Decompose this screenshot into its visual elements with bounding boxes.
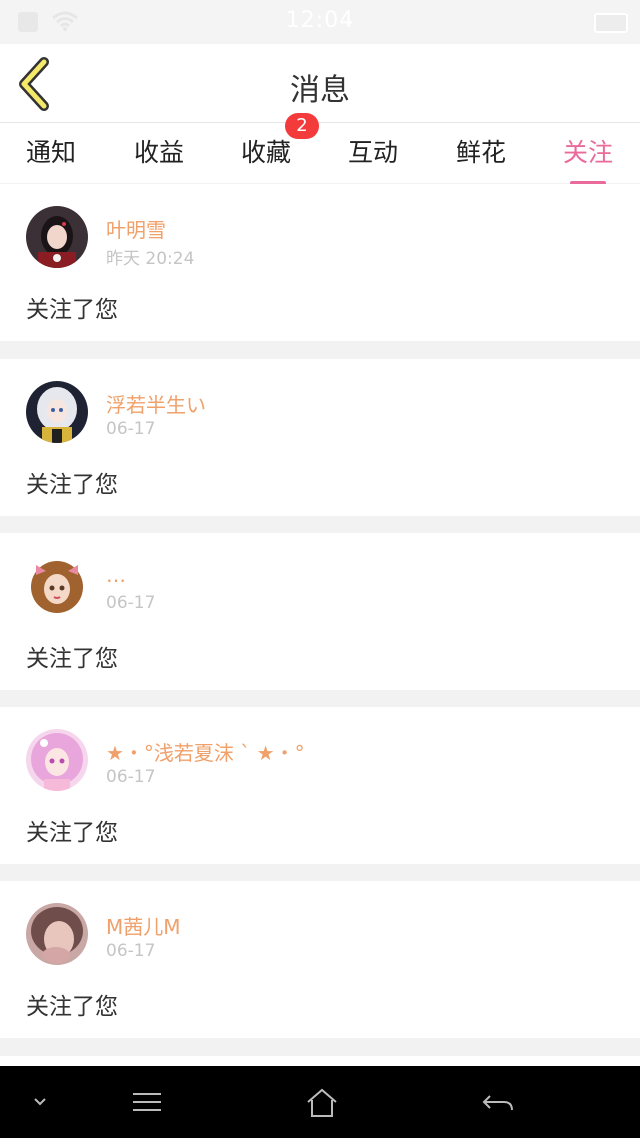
menu-icon[interactable] [127,1086,167,1120]
status-time: 12:04 [285,8,355,33]
unread-badge: 2 [285,113,319,139]
user-name[interactable]: … [106,563,126,587]
list-item[interactable]: 浮若半生い 06-17 关注了您 [0,359,640,516]
avatar[interactable] [26,206,88,268]
timestamp: 06-17 [106,767,156,787]
user-name[interactable]: 叶明雪 [106,214,166,243]
list-item[interactable]: … 06-17 关注了您 [0,533,640,690]
message-text: 关注了您 [26,472,118,498]
battery-icon [594,13,628,33]
message-text: 关注了您 [26,646,118,672]
home-icon[interactable] [302,1086,342,1120]
list-item[interactable]: ★・°浅若夏沫 ˋ ★・° 06-17 关注了您 [0,707,640,864]
user-name[interactable]: ★・°浅若夏沫 ˋ ★・° [106,737,305,766]
tab-favorites[interactable]: 收藏 [221,133,311,181]
tab-following[interactable]: 关注 [543,133,633,185]
page-title: 消息 [290,73,350,108]
tab-earnings[interactable]: 收益 [114,133,204,181]
chevron-down-icon[interactable] [22,1086,62,1120]
list-item-partial [0,1056,640,1066]
status-bar: 12:04 [0,0,640,44]
header: 消息 [0,44,640,123]
message-text: 关注了您 [26,820,118,846]
message-text: 关注了您 [26,994,118,1020]
avatar[interactable] [26,381,88,443]
timestamp: 06-17 [106,419,156,439]
list-item[interactable]: 叶明雪 昨天 20:24 关注了您 [0,184,640,341]
user-name[interactable]: 浮若半生い [106,389,206,418]
tab-bar: 通知 收益 收藏 互动 鲜花 关注 [0,123,640,185]
avatar[interactable] [26,555,88,617]
user-name[interactable]: M茜儿M [106,911,181,940]
tab-flowers[interactable]: 鲜花 [436,133,526,181]
list-item[interactable]: M茜儿M 06-17 关注了您 [0,881,640,1038]
avatar[interactable] [26,729,88,791]
message-text: 关注了您 [26,297,118,323]
tab-notifications[interactable]: 通知 [6,133,96,181]
tab-following-label: 关注 [562,138,613,167]
timestamp: 昨天 20:24 [106,249,195,269]
tab-interactions[interactable]: 互动 [328,133,418,181]
avatar[interactable] [26,903,88,965]
system-nav-bar [0,1066,640,1138]
back-nav-icon[interactable] [478,1086,518,1120]
timestamp: 06-17 [106,941,156,961]
timestamp: 06-17 [106,593,156,613]
